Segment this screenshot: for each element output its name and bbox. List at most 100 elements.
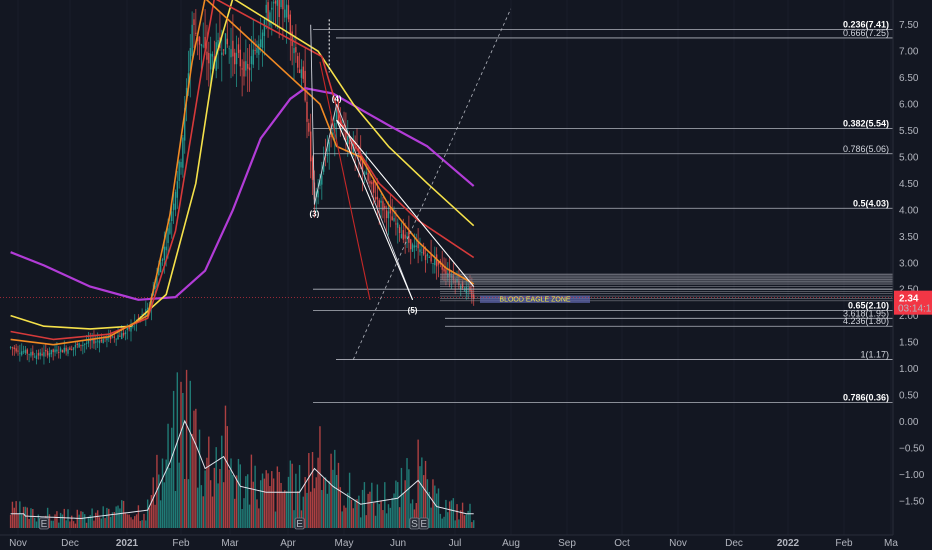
volume-bar <box>239 464 241 528</box>
x-tick-label: Oct <box>614 538 630 549</box>
candle-body <box>193 19 195 26</box>
volume-bar <box>430 507 432 528</box>
candle-body <box>30 352 32 356</box>
volume-bar <box>463 515 466 528</box>
volume-bar <box>80 511 82 528</box>
volume-bar <box>222 482 225 528</box>
volume-bar <box>313 488 316 528</box>
volume-bar <box>180 381 182 528</box>
candle-body <box>96 340 99 342</box>
candle-body <box>232 40 234 57</box>
volume-bar <box>437 488 440 528</box>
volume-bar <box>285 491 288 528</box>
candle-body <box>306 101 308 122</box>
event-marker[interactable]: E <box>294 517 305 530</box>
candle-body <box>59 348 62 352</box>
candle-body <box>43 352 45 357</box>
volume-bar <box>145 520 147 528</box>
candle-body <box>419 249 421 253</box>
volume-bar <box>263 478 266 528</box>
volume-bar <box>137 505 140 528</box>
candle-body <box>293 48 295 54</box>
candle-body <box>422 248 425 255</box>
candle-body <box>146 307 149 310</box>
volume-bar <box>172 390 175 528</box>
candle-body <box>111 336 114 338</box>
candle-body <box>126 327 128 330</box>
volume-bar <box>211 496 214 528</box>
candle-body <box>304 70 306 101</box>
volume-bar <box>167 423 169 528</box>
volume-bar <box>235 475 238 528</box>
candle-body <box>226 38 229 45</box>
volume-bar <box>32 509 34 528</box>
candle-body <box>41 353 43 356</box>
candle-body <box>98 340 101 344</box>
candle-body <box>282 0 284 10</box>
volume-bar <box>189 380 191 528</box>
y-tick-label: 3.50 <box>899 232 919 243</box>
fib-label: 0.786(0.36) <box>843 392 889 402</box>
volume-bar <box>452 498 455 528</box>
candle-body <box>65 347 67 352</box>
volume-bar <box>82 511 84 528</box>
candle-body <box>265 4 267 13</box>
volume-bar <box>445 499 447 528</box>
volume-bar <box>139 520 141 528</box>
volume-bar <box>343 505 345 528</box>
candle-body <box>280 0 282 8</box>
event-marker[interactable]: E <box>39 517 49 530</box>
volume-bar <box>148 507 151 528</box>
volume-bar <box>356 499 358 528</box>
candle-body <box>13 347 15 350</box>
candle-body <box>172 203 175 211</box>
candle-body <box>211 54 214 57</box>
candle-body <box>33 356 36 358</box>
fib-label: 0.666(7.25) <box>843 28 889 38</box>
event-marker[interactable]: S <box>409 517 420 530</box>
volume-bar <box>234 498 236 528</box>
volume-bar <box>361 489 364 528</box>
chart-canvas[interactable]: 0.236(7.41)0.666(7.25)0.382(5.54)0.786(5… <box>0 0 932 550</box>
volume-bar <box>169 468 171 528</box>
candle-body <box>17 350 19 352</box>
candle-body <box>200 44 203 46</box>
candle-body <box>367 172 369 181</box>
y-tick-label: −1.00 <box>899 470 925 481</box>
candle-body <box>432 263 434 264</box>
y-tick-label: 7.00 <box>899 47 919 58</box>
volume-bar <box>272 478 275 528</box>
volume-bar <box>348 472 351 528</box>
x-tick-label: Feb <box>835 538 853 549</box>
volume-bar <box>228 469 230 528</box>
candle-body <box>180 161 182 168</box>
volume-bar <box>83 514 86 528</box>
candle-body <box>26 349 28 354</box>
candle-body <box>391 216 393 221</box>
candle-body <box>415 245 417 247</box>
volume-bar <box>115 506 117 528</box>
candle-body <box>261 32 264 48</box>
candle-body <box>15 348 17 352</box>
candle-body <box>385 210 388 219</box>
candle-body <box>395 223 397 225</box>
volume-bar <box>365 515 367 528</box>
volume-bar <box>395 480 397 528</box>
volume-bar <box>59 512 62 528</box>
candle-body <box>397 222 399 228</box>
volume-bar <box>376 484 379 528</box>
y-tick-label: 5.00 <box>899 152 919 163</box>
volume-bar <box>289 460 292 528</box>
event-marker-letter: E <box>296 519 303 530</box>
y-tick-label: 5.50 <box>899 126 919 137</box>
volume-bar <box>95 512 97 528</box>
volume-bar <box>363 482 366 528</box>
event-marker[interactable]: E <box>418 517 429 530</box>
candle-body <box>302 66 304 79</box>
candle-body <box>165 246 167 251</box>
candle-body <box>46 351 49 356</box>
x-tick-label: Feb <box>172 538 190 549</box>
y-tick-label: 1.50 <box>899 338 919 349</box>
candle-body <box>250 56 253 65</box>
x-tick-label: Aug <box>502 538 520 549</box>
